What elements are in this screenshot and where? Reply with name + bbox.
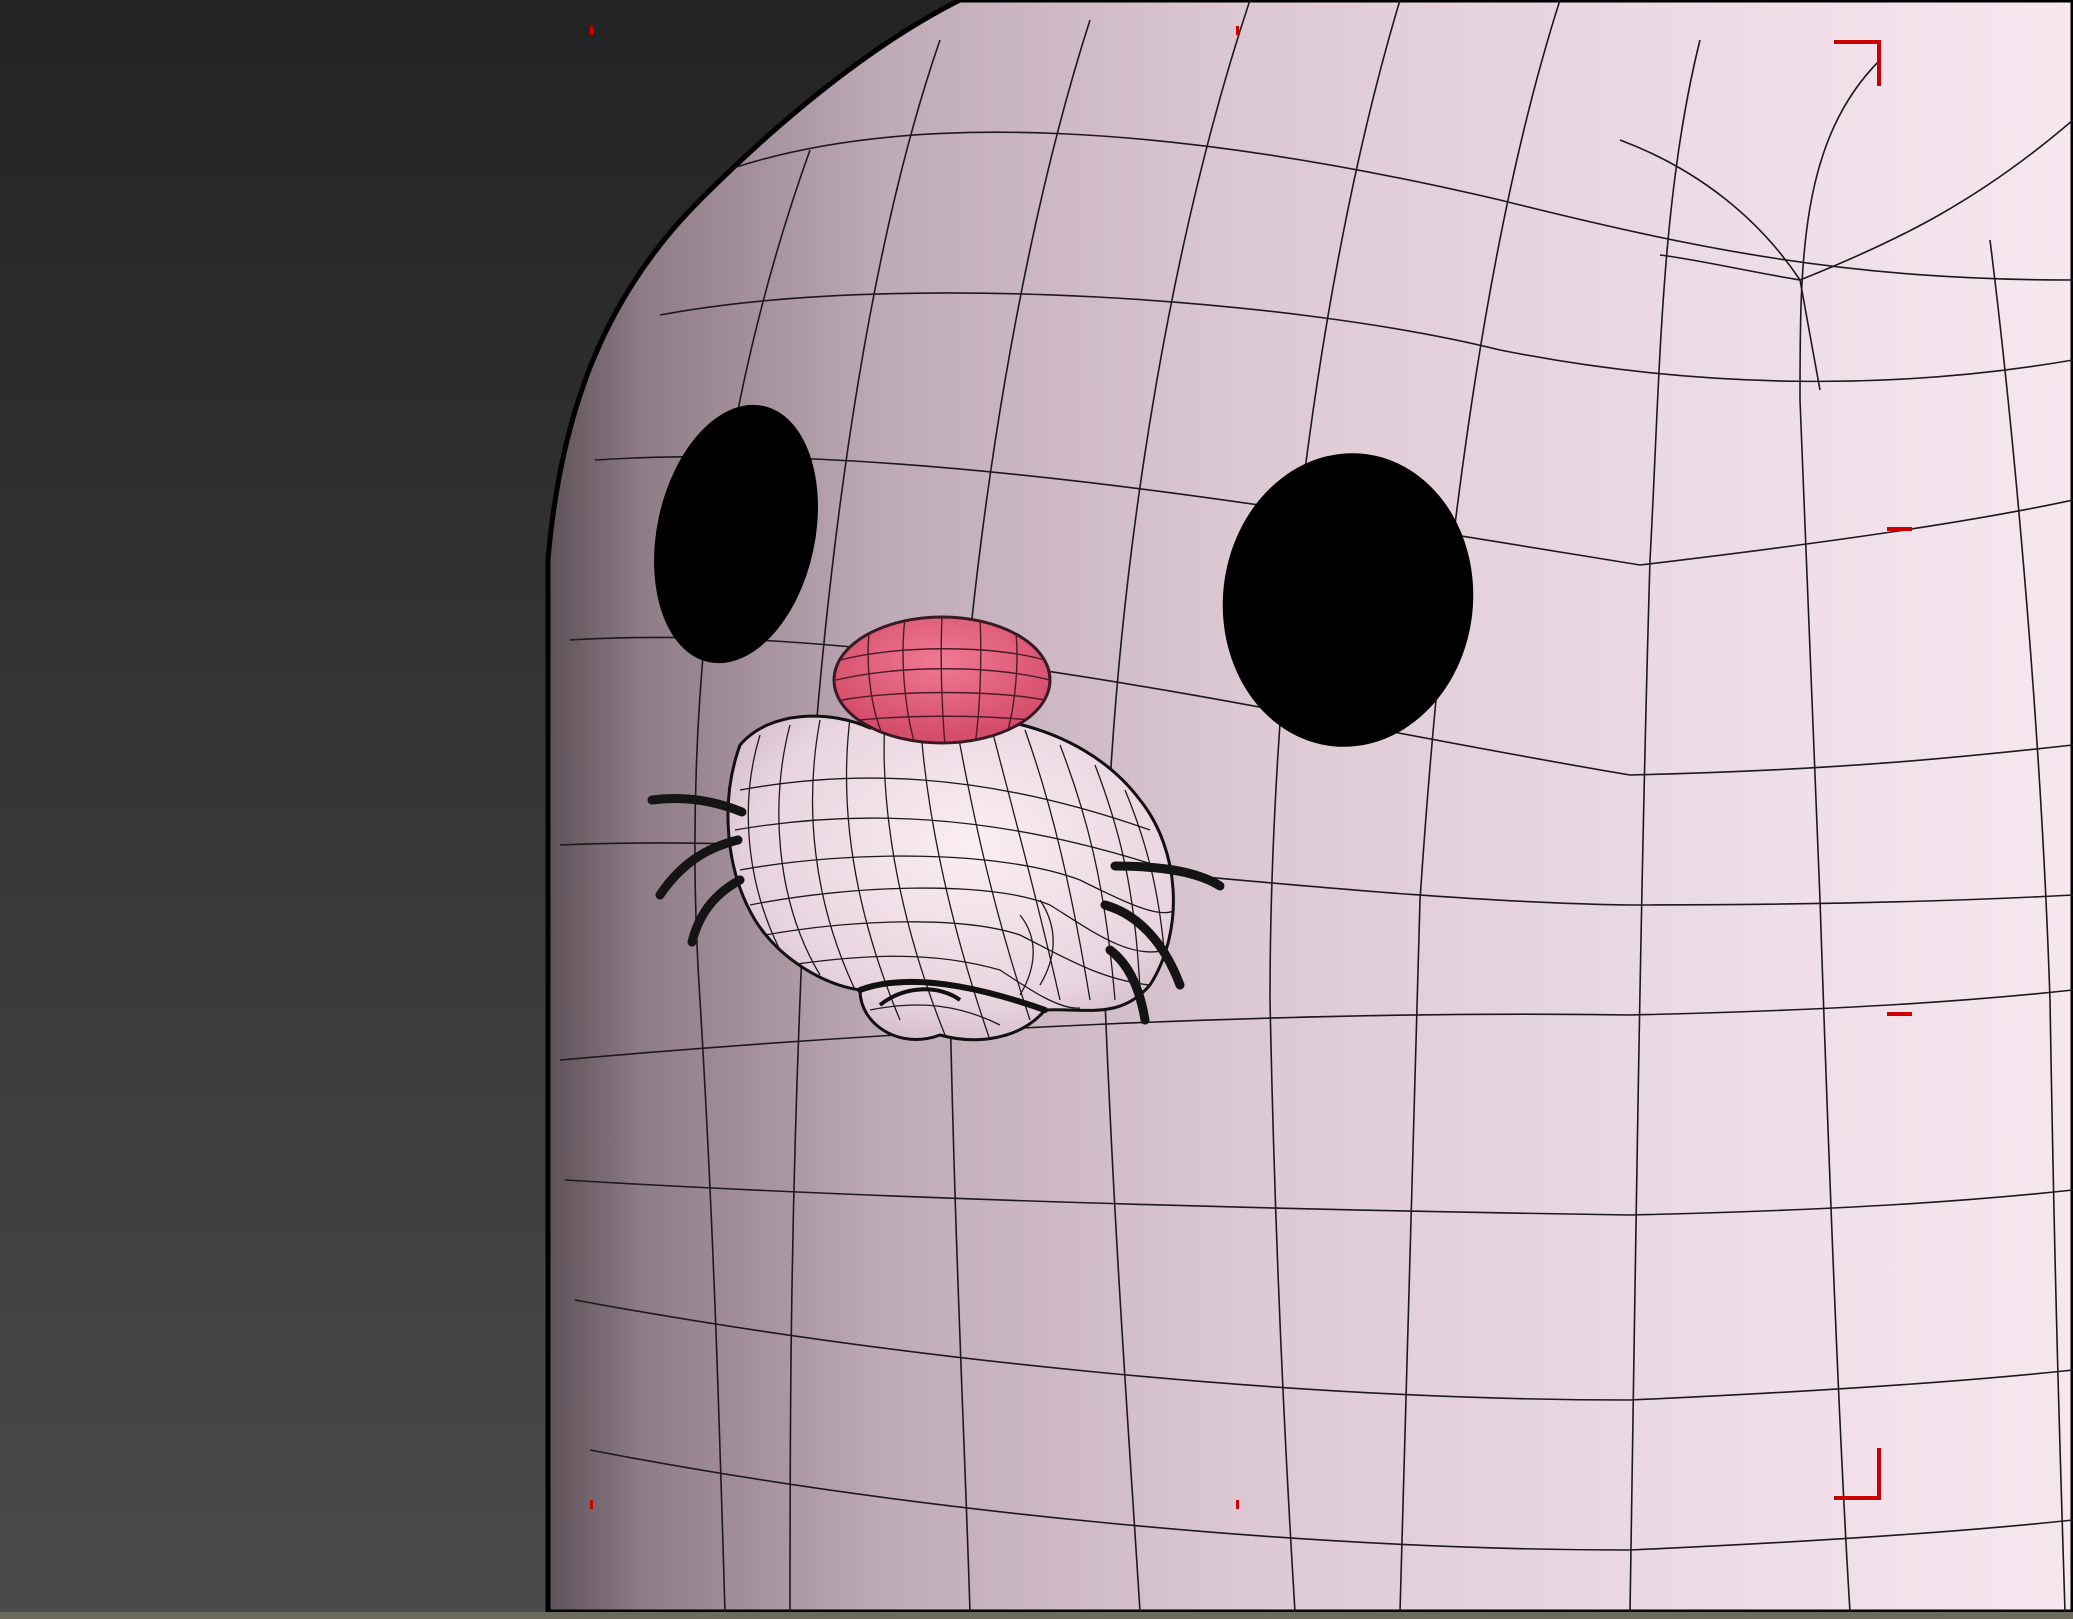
seal-character-model[interactable] (0, 0, 2073, 1619)
safe-frame-corner-bottom-right-h (1834, 1496, 1881, 1500)
safe-frame-tick-bottom-center (1236, 1500, 1239, 1509)
safe-frame-corner-top-right-v (1877, 40, 1881, 86)
safe-frame-corner-bottom-right-v (1877, 1448, 1881, 1500)
nose-mesh (832, 615, 1052, 745)
safe-frame-tick-bottom-left (590, 1500, 593, 1509)
safe-frame-corner-top-right-h (1834, 40, 1881, 44)
safe-frame-tick-right-upper (1887, 527, 1912, 531)
3d-viewport[interactable] (0, 0, 2073, 1619)
viewport-bottom-border (0, 1612, 2073, 1619)
safe-frame-tick-top-center (1236, 26, 1239, 35)
safe-frame-tick-top-left (590, 26, 593, 35)
safe-frame-tick-right-lower (1887, 1012, 1912, 1016)
